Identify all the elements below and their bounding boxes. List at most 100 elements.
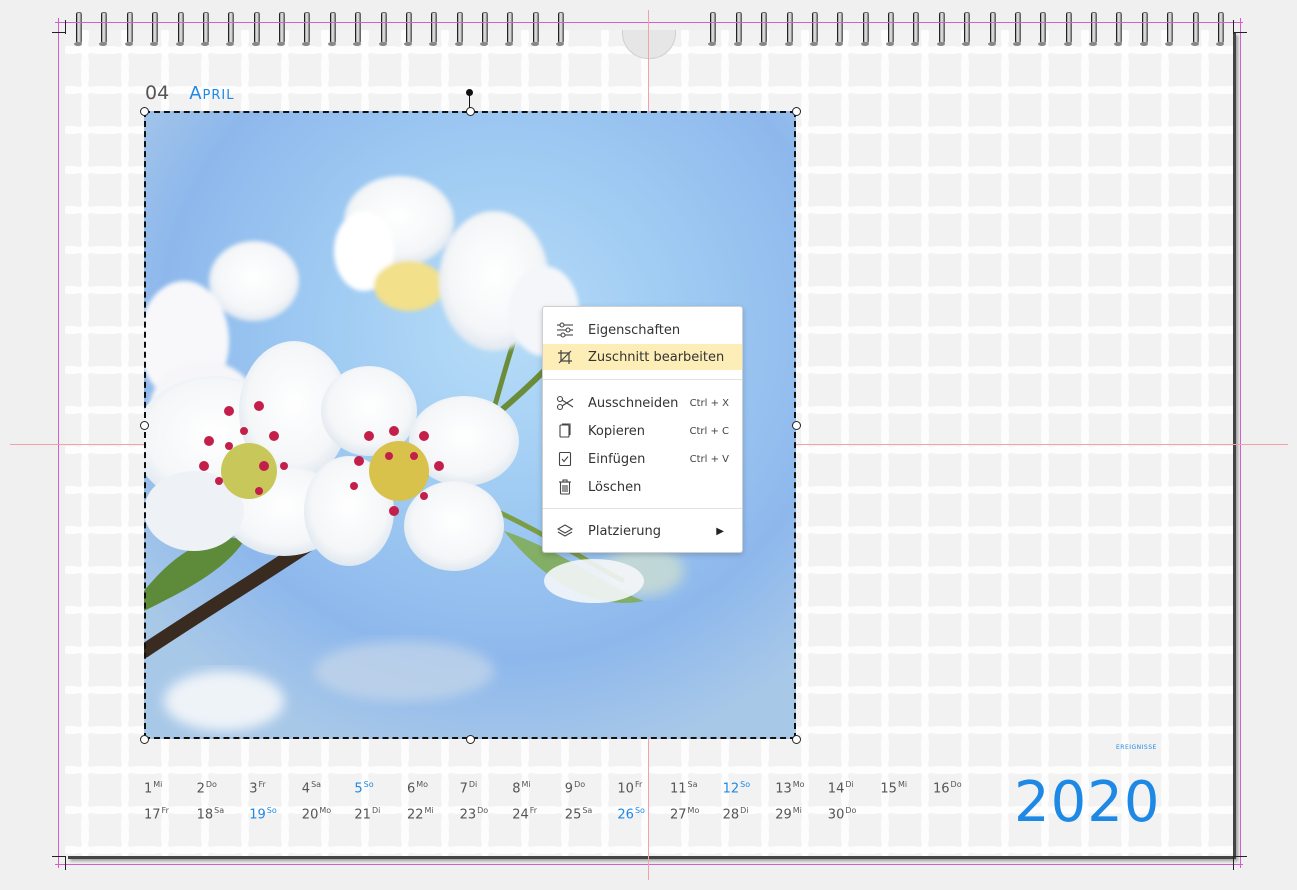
calendar-day[interactable]: 3Fr	[249, 780, 266, 796]
weekday-abbrev: Sa	[687, 780, 698, 789]
day-number: 9	[564, 781, 574, 797]
day-number: 11	[670, 781, 687, 797]
calendar-day[interactable]: 27Mo	[670, 806, 699, 822]
crop-mark	[65, 856, 66, 870]
spiral-ring	[276, 10, 286, 48]
day-number: 2	[196, 781, 205, 797]
crop-mark	[52, 32, 66, 33]
spiral-ring	[936, 10, 946, 48]
menu-item-edit-crop[interactable]: Zuschnitt bearbeiten	[543, 344, 742, 370]
spiral-ring	[758, 10, 768, 48]
calendar-day[interactable]: 6Mo	[407, 780, 428, 796]
menu-item-delete[interactable]: Löschen	[543, 474, 742, 500]
day-number: 16	[933, 781, 950, 797]
calendar-day[interactable]: 29Mi	[775, 806, 802, 822]
day-number: 26	[617, 807, 634, 823]
day-number: 10	[617, 781, 634, 797]
calendar-day[interactable]: 16Do	[933, 780, 962, 796]
spiral-ring	[378, 10, 388, 48]
crop-mark	[1233, 856, 1234, 870]
spiral-ring	[200, 10, 210, 48]
resize-handle-sw[interactable]	[140, 735, 149, 744]
resize-handle-e[interactable]	[792, 421, 801, 430]
month-heading[interactable]: 04 April	[145, 82, 234, 104]
day-number: 27	[670, 807, 687, 823]
spiral-ring	[834, 10, 844, 48]
menu-item-properties[interactable]: Eigenschaften	[543, 317, 742, 343]
bleed-guide-right	[1240, 18, 1241, 868]
year-label[interactable]: 2020	[1014, 770, 1161, 835]
spiral-ring	[73, 10, 83, 48]
menu-item-paste[interactable]: Einfügen Ctrl + V	[543, 446, 742, 472]
menu-item-placement[interactable]: Platzierung ▶	[543, 518, 742, 544]
day-number: 17	[144, 807, 161, 823]
resize-handle-n[interactable]	[466, 107, 475, 116]
resize-handle-nw[interactable]	[140, 107, 149, 116]
spiral-ring	[1113, 10, 1123, 48]
weekday-abbrev: Mi	[792, 806, 802, 815]
calendar-day[interactable]: 28Di	[723, 806, 749, 822]
spiral-ring	[860, 10, 870, 48]
weekday-abbrev: Fr	[634, 780, 643, 789]
calendar-day[interactable]: 10Fr	[617, 780, 642, 796]
spiral-ring	[885, 10, 895, 48]
calendar-day[interactable]: 9Do	[565, 780, 585, 796]
calendar-day[interactable]: 20Mo	[302, 806, 331, 822]
day-number: 30	[827, 807, 845, 823]
calendar-day[interactable]: 26So	[617, 806, 645, 822]
calendar-day[interactable]: 17Fr	[144, 806, 169, 822]
spiral-ring	[987, 10, 997, 48]
calendar-day[interactable]: 1Mi	[144, 780, 162, 796]
calendar-day[interactable]: 12So	[723, 780, 751, 796]
calendar-day[interactable]: 21Di	[354, 806, 380, 822]
spiral-ring	[98, 10, 108, 48]
calendar-day[interactable]: 8Mi	[512, 780, 530, 796]
weekday-abbrev: Mo	[792, 780, 805, 789]
spiral-ring	[479, 10, 489, 48]
crop-mark	[1233, 32, 1247, 33]
spiral-ring	[251, 10, 261, 48]
calendar-day[interactable]: 13Mo	[775, 780, 804, 796]
calendar-day[interactable]: 19So	[249, 806, 277, 822]
weekday-abbrev: Do	[845, 806, 857, 815]
calendar-day[interactable]: 14Di	[828, 780, 854, 796]
resize-handle-w[interactable]	[140, 421, 149, 430]
day-number: 28	[722, 807, 740, 823]
resize-handle-se[interactable]	[792, 735, 801, 744]
resize-handle-s[interactable]	[466, 735, 475, 744]
day-number: 3	[249, 781, 258, 797]
menu-item-cut[interactable]: Ausschneiden Ctrl + X	[543, 390, 742, 416]
events-label: EREIGNISSE	[1116, 744, 1157, 751]
rotate-handle[interactable]	[466, 89, 473, 96]
crop-mark	[65, 20, 66, 34]
calendar-day[interactable]: 24Fr	[512, 806, 537, 822]
spiral-ring	[428, 10, 438, 48]
calendar-day[interactable]: 23Do	[460, 806, 489, 822]
calendar-day[interactable]: 18Sa	[197, 806, 225, 822]
menu-item-copy[interactable]: Kopieren Ctrl + C	[543, 418, 742, 444]
submenu-arrow-icon: ▶	[716, 525, 724, 537]
calendar-day[interactable]: 25Sa	[565, 806, 593, 822]
day-number: 5	[354, 781, 363, 797]
weekday-abbrev: Di	[845, 780, 854, 789]
calendar-day[interactable]: 22Mi	[407, 806, 434, 822]
weekday-abbrev: Sa	[582, 806, 593, 815]
day-number: 4	[301, 781, 311, 797]
calendar-day[interactable]: 2Do	[197, 780, 217, 796]
day-number: 7	[459, 781, 468, 797]
calendar-day[interactable]: 15Mi	[880, 780, 907, 796]
calendar-day[interactable]: 30Do	[828, 806, 857, 822]
day-number: 24	[512, 807, 529, 823]
menu-separator	[543, 379, 742, 380]
weekday-abbrev: Sa	[311, 780, 322, 789]
resize-handle-ne[interactable]	[792, 107, 801, 116]
calendar-day[interactable]: 4Sa	[302, 780, 321, 796]
menu-item-label: Platzierung	[588, 523, 662, 539]
weekday-abbrev: So	[634, 806, 645, 815]
calendar-day[interactable]: 5So	[354, 780, 373, 796]
bleed-guide-top	[55, 22, 1243, 23]
calendar-day[interactable]: 7Di	[460, 780, 478, 796]
sliders-icon	[556, 321, 574, 339]
calendar-day[interactable]: 11Sa	[670, 780, 698, 796]
spiral-ring	[961, 10, 971, 48]
